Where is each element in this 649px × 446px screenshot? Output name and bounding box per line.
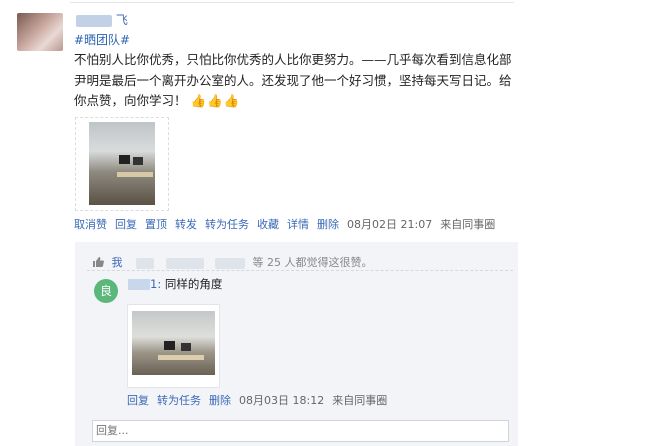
unlike-button[interactable]: 取消赞 — [74, 218, 107, 231]
comment-reply-button[interactable]: 回复 — [127, 394, 149, 407]
thumbs-up-icon — [93, 256, 108, 269]
favorite-button[interactable]: 收藏 — [257, 218, 279, 231]
image-detail — [119, 155, 130, 164]
comment-actions: 回复 转为任务 删除 08月03日 18:12 来自同事圈 — [127, 392, 395, 408]
image-detail — [117, 172, 153, 177]
pin-button[interactable]: 置顶 — [145, 218, 167, 231]
reply-button[interactable]: 回复 — [115, 218, 137, 231]
forward-button[interactable]: 转发 — [175, 218, 197, 231]
post-body-text: 不怕别人比你优秀，只怕比你优秀的人比你更努力。——几乎每次看到信息化部尹明是最后… — [74, 52, 512, 108]
author-name[interactable]: 飞 — [116, 13, 128, 27]
comment-timestamp: 08月03日 18:12 — [239, 394, 325, 407]
post-image[interactable] — [89, 122, 155, 205]
convert-to-task-button[interactable]: 转为任务 — [205, 218, 249, 231]
commenter-name-blur — [128, 279, 150, 290]
image-detail — [181, 343, 191, 351]
likes-summary: 等 25 人都觉得这很赞。 — [252, 256, 373, 269]
post-timestamp: 08月02日 21:07 — [347, 218, 433, 231]
comment-image-frame[interactable] — [127, 304, 220, 388]
post-actions: 取消赞 回复 置顶 转发 转为任务 收藏 详情 删除 08月02日 21:07 来自同事圈 — [74, 216, 503, 232]
like-user-blur[interactable] — [215, 257, 245, 269]
commenter-name[interactable]: 1: — [128, 277, 161, 291]
like-user-me[interactable]: 我 — [112, 256, 123, 269]
topic-tag[interactable]: #晒团队# — [74, 31, 130, 48]
comment-text: 同样的角度 — [164, 277, 223, 291]
reply-input[interactable] — [92, 420, 509, 442]
comment-source: 来自同事圈 — [332, 394, 388, 407]
commenter-avatar[interactable]: 良 — [94, 279, 118, 303]
post-author-avatar[interactable] — [17, 13, 63, 51]
commenter-name-tail: 1: — [150, 277, 162, 291]
post-content: 不怕别人比你优秀，只怕比你优秀的人比你更努力。——几乎每次看到信息化部尹明是最后… — [74, 50, 514, 112]
top-divider — [70, 2, 514, 3]
details-button[interactable]: 详情 — [287, 218, 309, 231]
post-image-frame[interactable] — [75, 117, 169, 211]
like-user-blur[interactable] — [136, 257, 154, 269]
comment-delete-button[interactable]: 删除 — [209, 394, 231, 407]
delete-button[interactable]: 删除 — [317, 218, 339, 231]
likes-row: 我 等 25 人都觉得这很赞。 — [93, 254, 373, 270]
likes-divider — [87, 270, 513, 271]
comment-convert-to-task-button[interactable]: 转为任务 — [157, 394, 201, 407]
image-detail — [133, 157, 143, 165]
author-name-blur — [76, 14, 112, 27]
comment-line: 1: 同样的角度 — [128, 276, 222, 292]
image-detail — [158, 355, 204, 360]
post-source: 来自同事圈 — [440, 218, 496, 231]
like-user-blur[interactable] — [165, 257, 204, 269]
thumbs-up-emoji: 👍👍👍 — [190, 93, 241, 108]
comment-image[interactable] — [132, 311, 215, 375]
image-detail — [164, 341, 175, 350]
post-author[interactable]: 飞 — [74, 11, 128, 27]
